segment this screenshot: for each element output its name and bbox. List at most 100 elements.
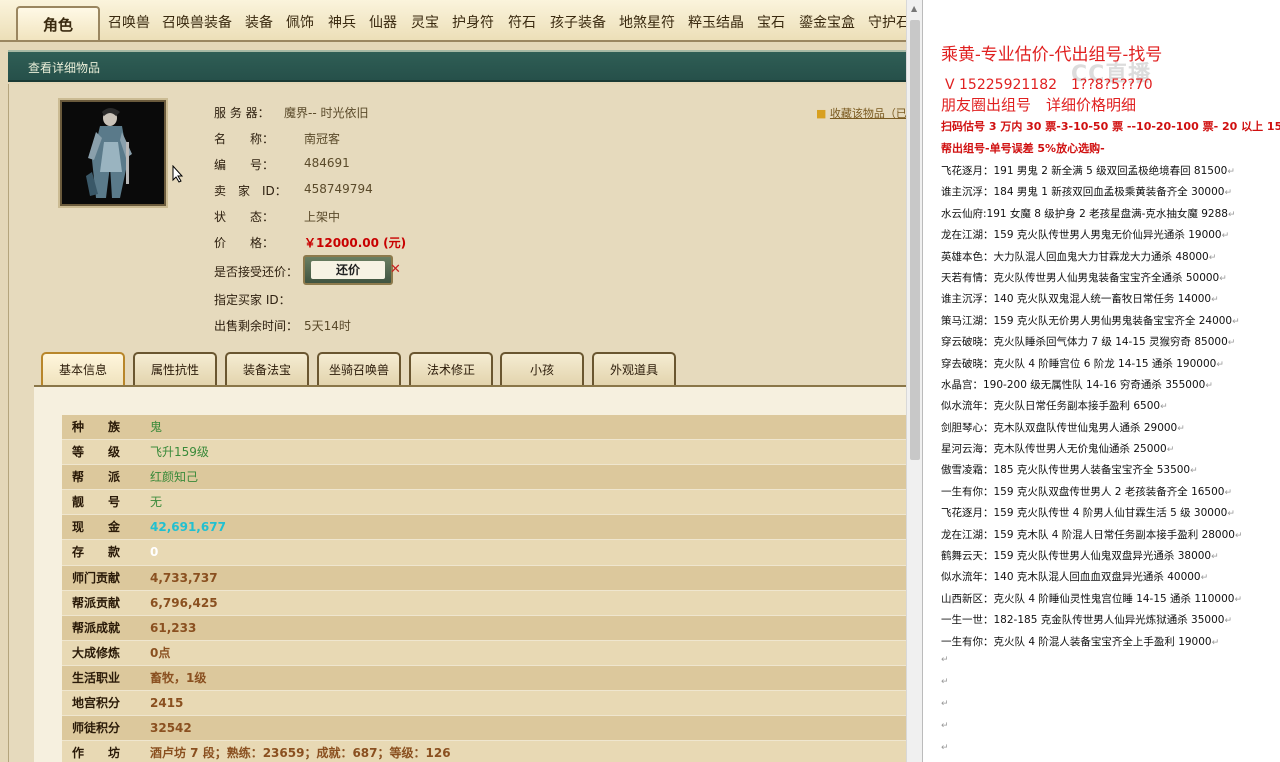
- character-avatar: [60, 100, 166, 206]
- price-value: ￥12000.00 (元): [304, 236, 407, 250]
- notes-document: CC直播 乘黄-专业估价-代出组号-找号 V 15225921182 1??8?…: [922, 0, 1280, 762]
- paragraph-mark-icon: ↵: [941, 677, 949, 687]
- row-key: 作 坊: [72, 746, 121, 761]
- tab-spirit-treasure[interactable]: 灵宝: [411, 9, 439, 37]
- table-row: 地宫积分 2415: [62, 691, 906, 717]
- table-row: 作 坊 酒卢坊 7 段；熟练：23659；成就：687；等级：126: [62, 741, 906, 762]
- remaining-time-value: 5天14时: [304, 319, 351, 333]
- tab-gold-box[interactable]: 鎏金宝盒: [799, 9, 855, 37]
- tab-mount-pet[interactable]: 坐骑召唤兽: [317, 352, 401, 386]
- paragraph-mark-icon: ↵: [1227, 338, 1236, 349]
- list-item: 飞花逐月：159 克火队传世 4 阶男人仙甘霖生活 5 级 30000↵: [941, 503, 1277, 524]
- list-item-text: 谁主沉浮：184 男鬼 1 新孩双回血孟极乘黄装备齐全 30000: [941, 186, 1225, 199]
- list-item-text: 似水流年：140 克木队混人回血血双盘异光通杀 40000: [941, 571, 1201, 584]
- price-label: 价 格：: [214, 236, 275, 250]
- tab-immortal-item[interactable]: 仙器: [369, 9, 397, 37]
- empty-paragraphs: ↵ ↵ ↵ ↵ ↵: [941, 655, 949, 762]
- tab-appearance-items[interactable]: 外观道具: [592, 352, 676, 386]
- tab-gem[interactable]: 宝石: [757, 9, 785, 37]
- list-item: 谁主沉浮：184 男鬼 1 新孩双回血孟极乘黄装备齐全 30000↵: [941, 182, 1277, 203]
- row-value: 鬼: [150, 420, 163, 434]
- favorite-label: 收藏该物品（已: [829, 107, 907, 120]
- row-value: 畜牧，1级: [150, 670, 207, 685]
- table-row: 存 款 0: [62, 540, 906, 566]
- remaining-time-label: 出售剩余时间：: [214, 319, 299, 333]
- scroll-up-icon[interactable]: ▲: [911, 4, 917, 13]
- basic-info-table: 种 族 鬼 等 级 飞升159级 帮 派 红颜知己 靓 号 无 现 金 42,691,67…: [62, 415, 906, 762]
- row-value: 无: [150, 495, 163, 510]
- tab-role[interactable]: 角色: [16, 6, 100, 40]
- tab-equipment[interactable]: 装备: [245, 9, 273, 37]
- bargain-button[interactable]: 还价: [303, 255, 393, 285]
- paragraph-mark-icon: ↵: [1219, 273, 1227, 284]
- row-key: 存 款: [72, 545, 121, 560]
- table-row: 等 级 飞升159级: [62, 440, 906, 466]
- tab-pet[interactable]: 召唤兽: [108, 9, 150, 37]
- tab-amulet[interactable]: 护身符: [452, 9, 494, 37]
- scrollbar-thumb[interactable]: [910, 20, 920, 460]
- tab-jade-crystal[interactable]: 粹玉结晶: [688, 9, 744, 37]
- seller-value: 458749794: [304, 182, 373, 196]
- list-item: 鹤舞云天：159 克火队传世男人仙鬼双盘异光通杀 38000↵: [941, 546, 1277, 567]
- buyer-id-label: 指定买家 ID：: [214, 293, 291, 307]
- server-label: 服 务 器：: [214, 106, 270, 120]
- list-item: 一生一世：182-185 克金队传世男人仙异光炼狱通杀 35000↵: [941, 610, 1277, 631]
- tab-spell-correction[interactable]: 法术修正: [409, 352, 493, 386]
- tab-guard-stone[interactable]: 守护石: [868, 9, 908, 37]
- row-value: 0: [150, 545, 159, 560]
- status-label: 状 态：: [214, 210, 275, 224]
- pricing-rule-2: 帮出组号-单号误差 5%放心选购-: [941, 142, 1105, 155]
- tab-attribute-resistance[interactable]: 属性抗性: [133, 352, 217, 386]
- tab-divine-weapon[interactable]: 神兵: [328, 9, 356, 37]
- list-item: 谁主沉浮：140 克火队双鬼混人统一畜牧日常任务 14000↵: [941, 289, 1277, 310]
- tab-rune-stone[interactable]: 符石: [508, 9, 536, 37]
- list-item-text: 水晶宫：190-200 级无属性队 14-16 穷奇通杀 355000: [941, 378, 1206, 391]
- list-item: 一生有你：克火队 4 阶混人装备宝宝齐全上手盈利 19000↵: [941, 632, 1277, 653]
- paragraph-mark-icon: ↵: [1232, 316, 1240, 327]
- screen: 角色 召唤兽 召唤兽装备 装备 佩饰 神兵 仙器 灵宝 护身符 符石 孩子装备 …: [0, 0, 1280, 762]
- paragraph-mark-icon: ↵: [941, 721, 949, 731]
- table-row: 靓 号无: [62, 490, 906, 516]
- favorite-link[interactable]: ■ 收藏该物品（已: [816, 105, 907, 121]
- list-item: 一生有你：159 克火队双盘传世男人 2 老孩装备齐全 16500↵: [941, 482, 1277, 503]
- item-detail-page: 角色 召唤兽 召唤兽装备 装备 佩饰 神兵 仙器 灵宝 护身符 符石 孩子装备 …: [0, 0, 922, 762]
- row-key: 帮派成就: [72, 620, 121, 635]
- list-item-text: 山西新区：克火队 4 阶睡仙灵性鬼宫位睡 14-15 通杀 110000: [941, 592, 1235, 605]
- tab-equipment-treasure[interactable]: 装备法宝: [225, 352, 309, 386]
- tab-accessory[interactable]: 佩饰: [286, 9, 314, 37]
- list-item-text: 天若有情：克火队传世男人仙男鬼装备宝宝齐全通杀 50000: [941, 271, 1220, 284]
- tab-basic-info[interactable]: 基本信息: [41, 352, 125, 386]
- page-scrollbar[interactable]: ▲: [906, 0, 922, 762]
- table-row: 生活职业 畜牧，1级: [62, 665, 906, 692]
- list-item-text: 一生有你：159 克火队双盘传世男人 2 老孩装备齐全 16500: [941, 485, 1225, 498]
- tab-child-equipment[interactable]: 孩子装备: [550, 9, 606, 37]
- server-value: 魔界-- 时光依旧: [284, 106, 369, 120]
- listing-notes: 飞花逐月：191 男鬼 2 新全满 5 级双回孟极绝境春回 81500↵ 谁主沉…: [941, 161, 1277, 653]
- table-row: 种 族鬼: [62, 415, 906, 441]
- table-row: 师徒积分 32542: [62, 716, 906, 742]
- list-item: 水晶宫：190-200 级无属性队 14-16 穷奇通杀 355000↵: [941, 375, 1277, 396]
- row-key: 师门贡献: [72, 570, 121, 585]
- paragraph-mark-icon: ↵: [941, 699, 949, 709]
- paragraph-mark-icon: ↵: [1211, 637, 1220, 648]
- paragraph-mark-icon: ↵: [1227, 209, 1236, 220]
- favorite-icon: ■: [816, 107, 827, 120]
- list-item: 傲雪凌霜：185 克火队传世男人装备宝宝齐全 53500↵: [941, 460, 1277, 481]
- paragraph-mark-icon: ↵: [1234, 530, 1243, 541]
- paragraph-mark-icon: ↵: [1166, 445, 1175, 456]
- row-key: 种 族: [72, 420, 121, 434]
- tab-pet-equipment[interactable]: 召唤兽装备: [162, 9, 232, 37]
- tab-child[interactable]: 小孩: [500, 352, 584, 386]
- bargain-button-label: 还价: [311, 261, 385, 279]
- view-detail-bar: 查看详细物品: [8, 50, 914, 82]
- tab-star-talisman[interactable]: 地煞星符: [619, 9, 675, 37]
- name-value: 南冠客: [304, 132, 341, 146]
- list-item: 穿去破晓：克火队 4 阶睡宫位 6 阶龙 14-15 通杀 190000↵: [941, 354, 1277, 375]
- character-figure-icon: [86, 108, 132, 198]
- paragraph-mark-icon: ↵: [1205, 380, 1213, 391]
- row-key: 靓 号: [72, 495, 121, 510]
- list-item: 星河云海：克木队传世男人无价鬼仙通杀 25000↵: [941, 439, 1277, 460]
- row-value: 红颜知己: [150, 470, 199, 485]
- table-row: 师门贡献 4,733,737: [62, 565, 906, 591]
- close-icon[interactable]: ✕: [390, 262, 401, 277]
